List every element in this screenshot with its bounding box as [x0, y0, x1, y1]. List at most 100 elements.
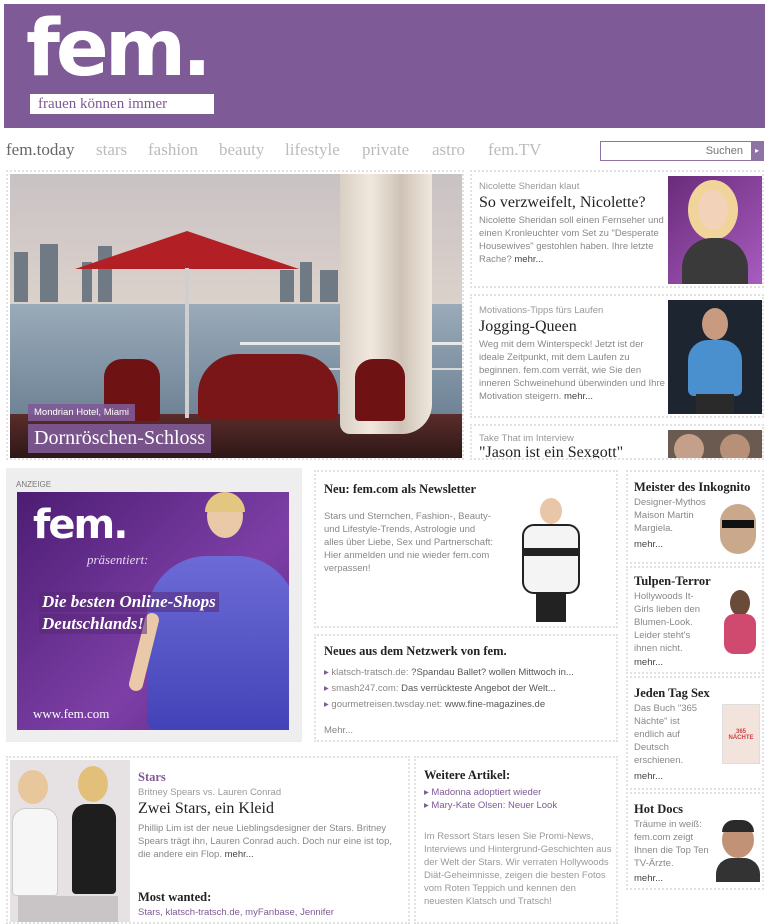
site-tagline: frauen können immer — [30, 94, 214, 114]
article-link-text[interactable]: Madonna adoptiert wieder — [431, 787, 541, 798]
network-item[interactable]: ▸ klatsch-tratsch.de: ?Spandau Ballet? w… — [324, 666, 614, 679]
side-card-inkognito[interactable]: Meister des Inkognito Designer-Mythos Ma… — [626, 470, 764, 564]
ad-url: www.fem.com — [33, 706, 110, 721]
network-more-link[interactable]: Mehr... — [324, 724, 353, 737]
portrait-body — [688, 340, 742, 396]
side-title[interactable]: Meister des Inkognito — [634, 480, 750, 495]
nav-item-fem-tv[interactable]: fem.TV — [488, 140, 541, 160]
more-link[interactable]: mehr... — [634, 872, 663, 885]
teaser-title[interactable]: So verzweifelt, Nicolette? — [479, 194, 646, 212]
network-link[interactable]: www.fine-magazines.de — [445, 699, 545, 710]
more-link[interactable]: mehr... — [634, 770, 663, 783]
portrait-hair — [730, 590, 750, 616]
stars-title[interactable]: Zwei Stars, ein Kleid — [138, 800, 274, 818]
network-item[interactable]: ▸ gourmetreisen.twsday.net: www.fine-mag… — [324, 698, 614, 711]
side-text: Das Buch "365 Nächte" ist endlich auf De… — [634, 703, 698, 766]
teaser-image[interactable] — [668, 430, 762, 458]
weitere-text: Im Ressort Stars lesen Sie Promi-News, I… — [424, 831, 612, 907]
network-list: ▸ klatsch-tratsch.de: ?Spandau Ballet? w… — [324, 666, 614, 711]
book-cover-image[interactable]: 365 NÄCHTE — [722, 704, 760, 764]
portrait-face — [720, 504, 756, 554]
skyline-building — [320, 270, 338, 302]
stars-text: Phillip Lim ist der neue Lieblingsdesign… — [138, 822, 404, 861]
ad-banner[interactable]: fem. präsentiert: Die besten Online-Shop… — [17, 492, 289, 730]
side-title[interactable]: Jeden Tag Sex — [634, 686, 710, 701]
chair-image — [355, 359, 405, 421]
portrait-face — [674, 434, 704, 458]
network-source[interactable]: smash247.com: — [331, 683, 398, 694]
star-dress-black — [72, 804, 116, 894]
nav-item-private[interactable]: private — [362, 140, 409, 160]
hero-title[interactable]: Dornröschen-Schloss — [28, 424, 212, 453]
teaser-image[interactable] — [668, 176, 762, 284]
stars-image[interactable] — [10, 760, 130, 922]
network-link[interactable]: ?Spandau Ballet? wollen Mittwoch in... — [411, 667, 574, 678]
weitere-title: Weitere Artikel: — [424, 768, 511, 782]
teaser-text: Nicolette Sheridan soll einen Fernseher … — [479, 214, 665, 266]
side-card-tulpen[interactable]: Tulpen-Terror Hollywoods It-Girls lieben… — [626, 566, 764, 674]
search-submit-button[interactable]: ▸ — [751, 142, 763, 160]
network-item[interactable]: ▸ smash247.com: Das verrückteste Angebot… — [324, 682, 614, 695]
side-image[interactable] — [714, 500, 762, 558]
book-title: 365 NÄCHTE — [728, 729, 754, 741]
most-wanted-links[interactable]: Stars, klatsch-tratsch.de, myFanbase, Je… — [138, 906, 334, 919]
side-title[interactable]: Tulpen-Terror — [634, 574, 711, 589]
article-link-text[interactable]: Mary-Kate Olsen: Neuer Look — [431, 800, 557, 811]
side-card-sex[interactable]: Jeden Tag Sex Das Buch "365 Nächte" ist … — [626, 676, 764, 790]
network-card: Neues aus dem Netzwerk von fem. ▸ klatsc… — [314, 634, 618, 742]
teaser-card-take-that[interactable]: Take That im Interview "Jason ist ein Se… — [470, 424, 764, 460]
stars-card[interactable]: Stars Britney Spears vs. Lauren Conrad Z… — [6, 756, 410, 924]
star-face — [18, 770, 48, 804]
newsletter-card[interactable]: Neu: fem.com als Newsletter Stars und St… — [314, 470, 618, 628]
site-logo[interactable]: fem. — [26, 10, 212, 88]
portrait-hair — [722, 820, 754, 832]
more-link[interactable]: mehr... — [564, 391, 593, 402]
search-input[interactable] — [601, 142, 751, 160]
nav-item-fem-today[interactable]: fem.today — [6, 140, 74, 160]
more-link[interactable]: mehr... — [634, 656, 663, 669]
article-link[interactable]: ▸ Madonna adoptiert wieder — [424, 786, 614, 799]
nav-item-stars[interactable]: stars — [96, 140, 127, 160]
ad-headline-line2: Deutschlands! — [39, 614, 148, 634]
more-link[interactable]: mehr... — [225, 849, 254, 860]
star-face — [78, 766, 108, 802]
side-card-hot-docs[interactable]: Hot Docs Träume in weiß: fem.com zeigt I… — [626, 792, 764, 890]
teaser-card-nicolette[interactable]: Nicolette Sheridan klaut So verzweifelt,… — [470, 170, 764, 288]
side-title[interactable]: Hot Docs — [634, 802, 683, 817]
more-link[interactable]: mehr... — [634, 538, 663, 551]
ad-model-dress — [147, 556, 289, 730]
ad-headline-part: Die besten — [42, 592, 120, 611]
network-source[interactable]: klatsch-tratsch.de: — [331, 667, 408, 678]
stars-text-body: Phillip Lim ist der neue Lieblingsdesign… — [138, 823, 393, 860]
nav-item-beauty[interactable]: beauty — [219, 140, 264, 160]
teaser-text: Weg mit dem Winterspeck! Jetzt ist der i… — [479, 338, 665, 403]
side-image[interactable] — [718, 588, 760, 654]
newsletter-image[interactable] — [496, 496, 608, 624]
side-text: Hollywoods It-Girls lieben den Blumen-Lo… — [634, 591, 701, 654]
ad-presents: präsentiert: — [87, 552, 149, 567]
newsletter-text: Stars und Sternchen, Fashion-, Beauty- u… — [324, 511, 493, 574]
teaser-card-jogging[interactable]: Motivations-Tipps fürs Laufen Jogging-Qu… — [470, 294, 764, 418]
teaser-kicker: Nicolette Sheridan klaut — [479, 181, 580, 192]
side-image[interactable] — [714, 818, 762, 882]
nav-item-lifestyle[interactable]: lifestyle — [285, 140, 340, 160]
network-source[interactable]: gourmetreisen.twsday.net: — [331, 699, 442, 710]
sofa-image — [198, 354, 338, 420]
teaser-title[interactable]: "Jason ist ein Sexgott" — [479, 444, 623, 458]
newsletter-title[interactable]: Neu: fem.com als Newsletter — [324, 482, 476, 497]
teaser-title[interactable]: Jogging-Queen — [479, 318, 577, 336]
umbrella-pole — [185, 268, 189, 418]
section-title[interactable]: Stars — [138, 770, 166, 785]
nav-item-fashion[interactable]: fashion — [148, 140, 198, 160]
nav-item-astro[interactable]: astro — [432, 140, 465, 160]
model-jacket — [522, 524, 580, 594]
hero-card[interactable]: Mondrian Hotel, Miami Dornröschen-Schlos… — [6, 170, 464, 460]
hero-image[interactable]: Mondrian Hotel, Miami Dornröschen-Schlos… — [10, 174, 462, 458]
article-link[interactable]: ▸ Mary-Kate Olsen: Neuer Look — [424, 799, 614, 812]
most-wanted-title: Most wanted: — [138, 890, 212, 904]
portrait-face — [698, 190, 728, 230]
teaser-image[interactable] — [668, 300, 762, 414]
hero-kicker[interactable]: Mondrian Hotel, Miami — [28, 404, 136, 421]
more-link[interactable]: mehr... — [514, 254, 543, 265]
network-link[interactable]: Das verrückteste Angebot der Welt... — [401, 683, 556, 694]
